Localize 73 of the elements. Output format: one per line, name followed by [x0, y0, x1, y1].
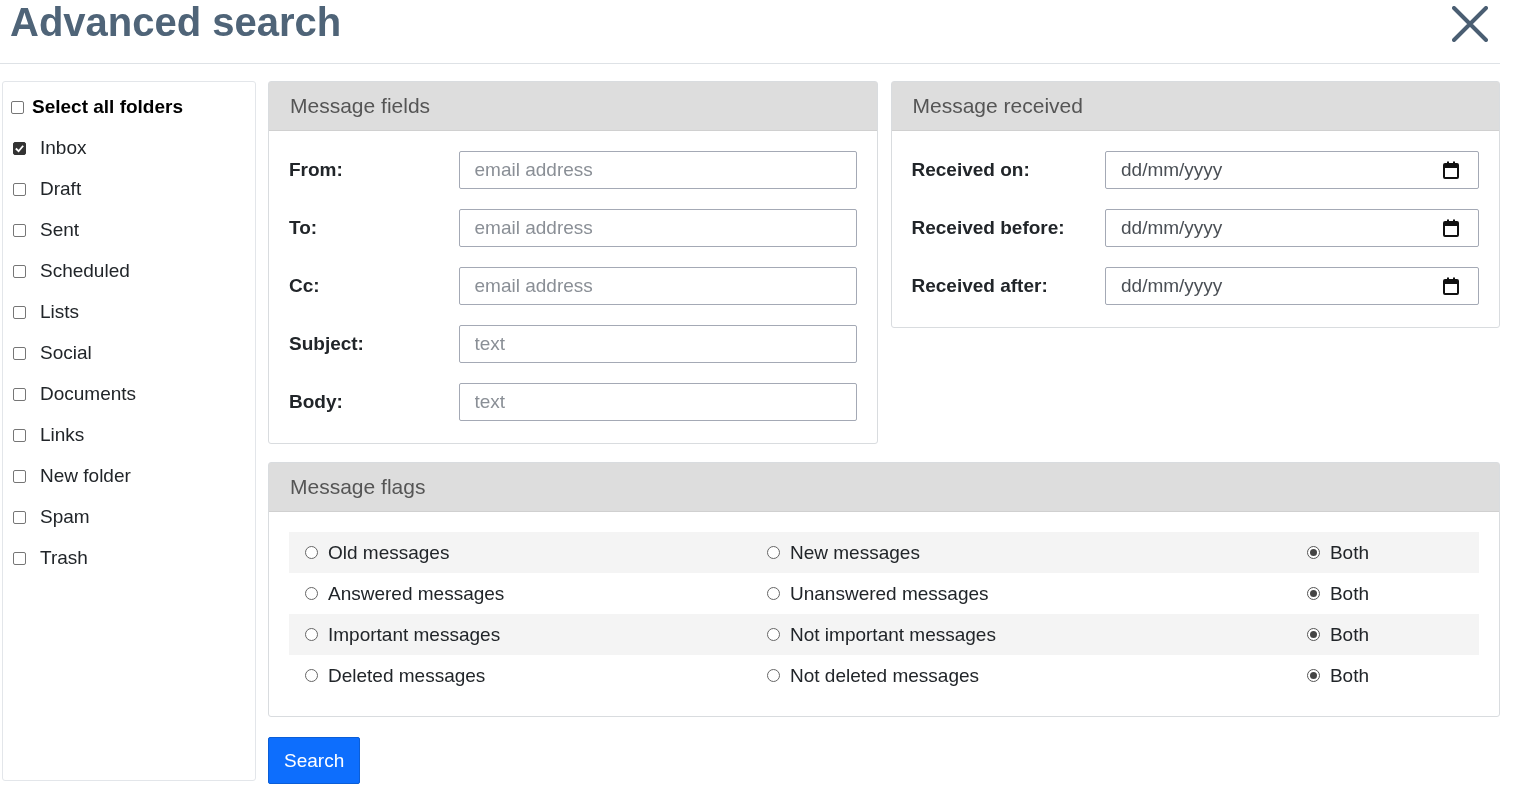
folder-label[interactable]: Scheduled — [40, 260, 130, 282]
input-field[interactable]: text — [458, 383, 857, 421]
folder-label[interactable]: Trash — [40, 547, 88, 569]
input-field[interactable]: email address — [458, 151, 857, 189]
folder-label[interactable]: Inbox — [40, 137, 87, 159]
radio-label[interactable]: Not deleted messages — [790, 664, 980, 687]
radio-label[interactable]: Deleted messages — [328, 664, 486, 687]
folder-label[interactable]: New folder — [40, 465, 131, 487]
card-header: Message received — [891, 82, 1499, 131]
radio-label[interactable]: Both — [1329, 623, 1369, 646]
radio-button[interactable] — [1306, 546, 1320, 559]
radio-button[interactable] — [767, 546, 780, 559]
radio-label[interactable]: Both — [1329, 664, 1369, 687]
checkbox[interactable] — [13, 428, 26, 442]
radio-button[interactable] — [767, 587, 780, 600]
checkbox[interactable] — [13, 264, 26, 278]
search-button[interactable]: Search — [268, 737, 361, 784]
checkbox[interactable] — [13, 223, 26, 237]
field-label: To: — [289, 217, 318, 239]
field-label: Body: — [289, 391, 343, 413]
checkbox[interactable] — [13, 510, 26, 524]
radio-label[interactable]: Unanswered messages — [790, 582, 989, 605]
folder-label[interactable]: Draft — [40, 178, 82, 200]
calendar-icon[interactable] — [1443, 161, 1459, 179]
close-icon[interactable] — [1452, 5, 1488, 42]
radio-button[interactable] — [305, 669, 318, 682]
radio-label[interactable]: New messages — [790, 541, 920, 564]
input-field[interactable]: text — [458, 325, 857, 363]
checkbox[interactable] — [13, 346, 26, 360]
radio-label[interactable]: Important messages — [328, 623, 501, 646]
folder-label[interactable]: Documents — [40, 383, 137, 405]
field-label: Received after: — [911, 275, 1048, 297]
card-header: Message fields — [269, 82, 877, 131]
calendar-icon[interactable] — [1443, 277, 1459, 295]
radio-label[interactable]: Old messages — [328, 541, 450, 564]
folder-label[interactable]: Social — [40, 342, 92, 364]
field-label: From: — [289, 159, 343, 181]
checkbox[interactable] — [13, 305, 26, 319]
field-label: Received before: — [911, 217, 1065, 239]
folder-label[interactable]: Links — [40, 424, 85, 446]
radio-button[interactable] — [305, 587, 318, 600]
radio-button[interactable] — [1306, 587, 1320, 600]
checkbox[interactable] — [13, 551, 26, 565]
radio-label[interactable]: Not important messages — [790, 623, 996, 646]
radio-button[interactable] — [767, 628, 780, 641]
radio-button[interactable] — [1306, 628, 1320, 641]
checkbox-label[interactable]: Select all folders — [32, 96, 183, 118]
date-field[interactable]: dd/mm/yyyy — [1105, 209, 1479, 247]
checkbox[interactable] — [13, 469, 26, 483]
checkbox[interactable] — [13, 387, 26, 401]
folder-label[interactable]: Lists — [40, 301, 80, 323]
checkbox[interactable] — [13, 182, 26, 196]
calendar-icon[interactable] — [1443, 219, 1459, 237]
radio-button[interactable] — [1306, 669, 1320, 682]
field-label: Cc: — [289, 275, 320, 297]
date-field[interactable]: dd/mm/yyyy — [1105, 267, 1479, 305]
folder-label[interactable]: Spam — [40, 506, 90, 528]
radio-button[interactable] — [767, 669, 780, 682]
radio-button[interactable] — [305, 546, 318, 559]
radio-button[interactable] — [305, 628, 318, 641]
checkbox[interactable] — [13, 141, 26, 155]
date-field[interactable]: dd/mm/yyyy — [1105, 151, 1479, 189]
radio-label[interactable]: Both — [1329, 541, 1369, 564]
dialog-title: Advanced search — [10, 0, 342, 45]
field-label: Subject: — [289, 333, 364, 355]
folder-label[interactable]: Sent — [40, 219, 80, 241]
radio-label[interactable]: Both — [1329, 582, 1369, 605]
checkbox[interactable] — [11, 100, 24, 114]
radio-label[interactable]: Answered messages — [328, 582, 505, 605]
field-label: Received on: — [911, 159, 1030, 181]
input-field[interactable]: email address — [458, 267, 857, 305]
input-field[interactable]: email address — [458, 209, 857, 247]
card-header: Message flags — [269, 463, 1499, 512]
